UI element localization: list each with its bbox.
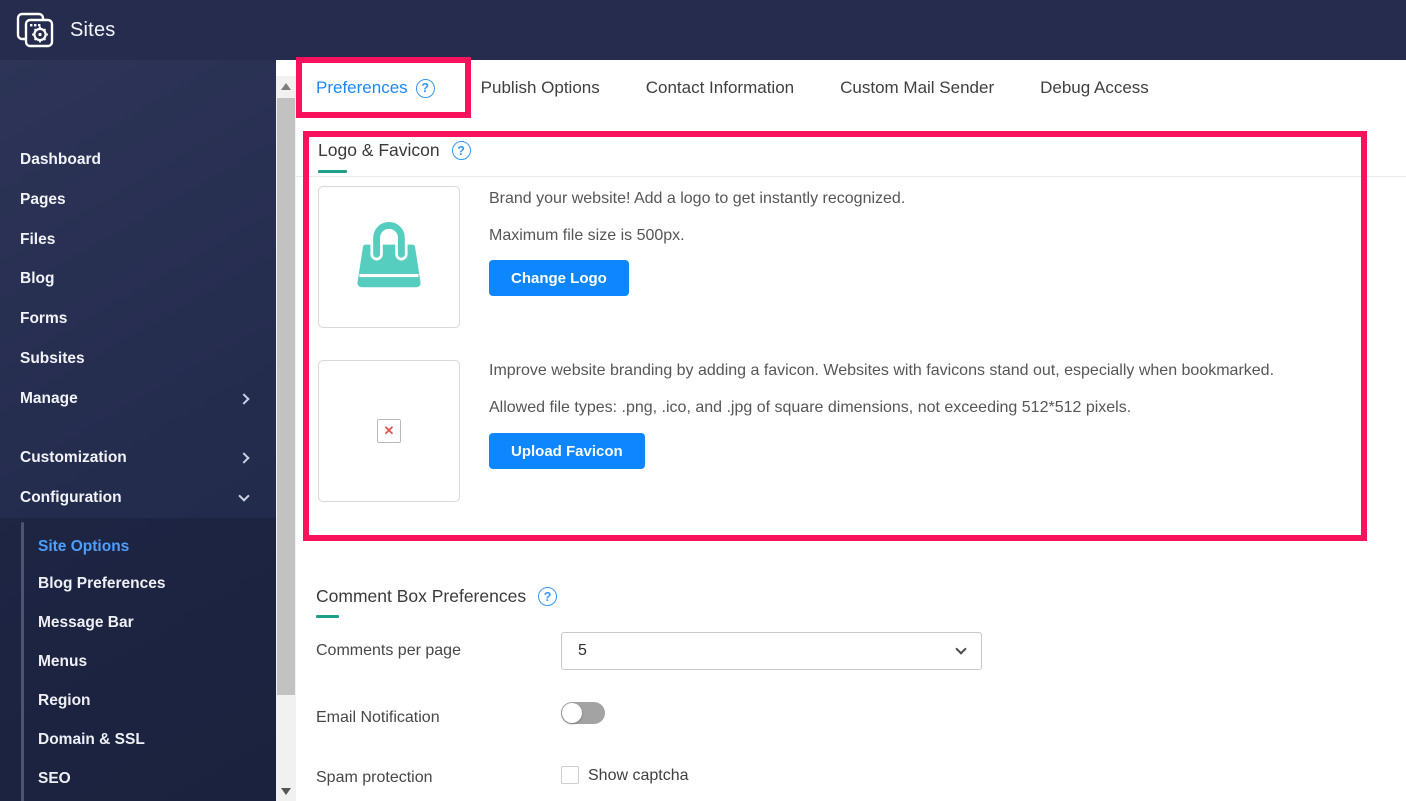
show-captcha-label: Show captcha [588, 767, 689, 784]
sidebar-item-manage[interactable]: Manage [0, 387, 276, 411]
tab-bar-divider [296, 176, 1406, 177]
app-window: Sites Dashboard Pages Files Blog Forms S… [0, 0, 1406, 801]
sidebar-item-message-bar[interactable]: Message Bar [38, 612, 134, 634]
tab-debug-access[interactable]: Debug Access [1040, 78, 1149, 98]
sidebar-item-configuration[interactable]: Configuration [0, 486, 276, 510]
sidebar-item-label: Manage [20, 390, 78, 407]
chevron-down-icon [955, 643, 967, 655]
sidebar-item-pages[interactable]: Pages [0, 188, 276, 212]
upload-favicon-button[interactable]: Upload Favicon [489, 433, 645, 469]
favicon-description: Improve website branding by adding a fav… [489, 362, 1275, 379]
sidebar-item-menus[interactable]: Menus [38, 651, 87, 673]
section-title: Logo & Favicon [318, 140, 440, 160]
comments-per-page-label: Comments per page [316, 642, 461, 659]
sidebar-subitem-label: Region [38, 692, 91, 709]
logo-size-note: Maximum file size is 500px. [489, 227, 685, 244]
change-logo-button[interactable]: Change Logo [489, 260, 629, 296]
scrollbar-thumb[interactable] [277, 98, 295, 695]
section-title-underline [318, 170, 347, 173]
scrollbar-down-button[interactable] [276, 781, 296, 801]
help-icon[interactable]: ? [538, 587, 558, 606]
tab-custom-mail-sender[interactable]: Custom Mail Sender [840, 78, 994, 98]
sidebar-subitem-label: Site Options [38, 538, 130, 555]
sidebar-item-label: Files [20, 231, 56, 248]
shopping-bag-logo-icon [345, 213, 433, 301]
sidebar-item-seo[interactable]: SEO [38, 768, 71, 790]
vertical-scrollbar [276, 60, 296, 801]
scrollbar-up-button[interactable] [276, 76, 296, 96]
chevron-right-icon [238, 393, 250, 405]
section-title-underline [316, 615, 339, 618]
sidebar-item-label: Dashboard [20, 151, 101, 168]
sidebar-subitem-label: SEO [38, 770, 71, 787]
triangle-down-icon [281, 787, 291, 795]
comment-box-header: Comment Box Preferences ? [316, 586, 558, 607]
sidebar-nav: Dashboard Pages Files Blog Forms Subsite… [0, 60, 276, 801]
sidebar-item-blog-preferences[interactable]: Blog Preferences [38, 573, 166, 595]
toggle-knob [562, 703, 582, 723]
logo-description: Brand your website! Add a logo to get in… [489, 190, 906, 207]
spam-protection-label: Spam protection [316, 769, 433, 786]
tab-contact-information[interactable]: Contact Information [646, 78, 794, 98]
sidebar-item-label: Customization [20, 449, 127, 466]
tab-label: Debug Access [1040, 78, 1149, 97]
tab-label: Custom Mail Sender [840, 78, 995, 97]
sidebar-item-forms[interactable]: Forms [0, 307, 276, 331]
sidebar-subitem-label: Message Bar [38, 614, 134, 631]
sidebar-subitem-label: Blog Preferences [38, 575, 166, 592]
sidebar-subitem-label: Domain & SSL [38, 731, 145, 748]
sidebar-item-dashboard[interactable]: Dashboard [0, 148, 276, 172]
sidebar-item-label: Blog [20, 270, 55, 287]
sidebar-item-label: Pages [20, 191, 66, 208]
email-notification-toggle[interactable] [561, 702, 605, 724]
select-value: 5 [578, 642, 587, 659]
tab-bar: Preferences ? Publish Options Contact In… [316, 60, 1149, 116]
tab-publish-options[interactable]: Publish Options [481, 78, 600, 98]
sidebar-item-subsites[interactable]: Subsites [0, 347, 276, 371]
chevron-right-icon [238, 452, 250, 464]
sidebar-item-site-options[interactable]: Site Options [38, 536, 129, 558]
tab-preferences[interactable]: Preferences ? [316, 78, 435, 98]
help-icon[interactable]: ? [451, 141, 471, 160]
top-bar: Sites [0, 0, 1406, 60]
comments-per-page-select[interactable]: 5 [561, 632, 982, 670]
help-icon[interactable]: ? [415, 78, 435, 98]
sidebar-item-label: Subsites [20, 350, 85, 367]
main-content: Preferences ? Publish Options Contact In… [296, 57, 1406, 801]
submenu-accent-line [21, 522, 24, 801]
sidebar-item-customization[interactable]: Customization [0, 446, 276, 470]
show-captcha-checkbox[interactable] [561, 766, 579, 784]
sidebar-item-domain-ssl[interactable]: Domain & SSL [38, 729, 145, 751]
chevron-down-icon [238, 490, 250, 502]
favicon-types-note: Allowed file types: .png, .ico, and .jpg… [489, 399, 1132, 416]
favicon-preview-tile[interactable]: ✕ [318, 360, 460, 502]
sidebar-item-region[interactable]: Region [38, 690, 91, 712]
tab-label: Preferences [316, 78, 408, 97]
logo-preview-tile[interactable] [318, 186, 460, 328]
sidebar-item-label: Forms [20, 310, 68, 327]
tab-label: Contact Information [645, 78, 795, 97]
sidebar-subitem-label: Menus [38, 653, 88, 670]
sidebar-item-blog[interactable]: Blog [0, 267, 276, 291]
triangle-up-icon [281, 82, 291, 90]
section-title: Comment Box Preferences [316, 586, 527, 606]
app-title: Sites [70, 18, 116, 41]
sites-logo-icon [14, 10, 58, 50]
email-notification-label: Email Notification [316, 709, 440, 726]
logo-favicon-header: Logo & Favicon ? [318, 140, 471, 161]
broken-image-icon: ✕ [377, 419, 401, 443]
sidebar-item-label: Configuration [20, 489, 122, 506]
sidebar-item-files[interactable]: Files [0, 228, 276, 252]
tab-label: Publish Options [480, 78, 600, 97]
